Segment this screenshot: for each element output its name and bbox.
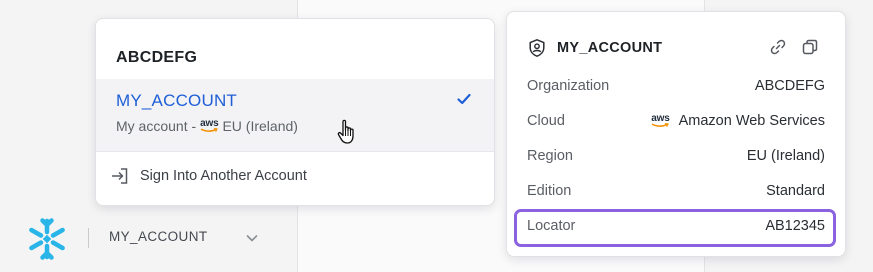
info-label: Edition (527, 183, 572, 199)
info-row-cloud: Cloud aws Amazon Web Services (527, 111, 825, 133)
account-description-prefix: My account - (116, 118, 197, 134)
sign-in-icon (112, 168, 128, 184)
aws-logo: aws (200, 119, 219, 133)
info-row-edition: Edition Standard (527, 181, 825, 203)
menu-divider (96, 151, 494, 152)
snowflake-logo (29, 218, 65, 260)
info-value: ABCDEFG (754, 78, 825, 94)
account-option-region: EU (Ireland) (222, 118, 298, 134)
shield-user-icon (529, 39, 545, 57)
card-title: MY_ACCOUNT (557, 40, 663, 56)
card-header: MY_ACCOUNT (527, 38, 662, 58)
info-value: EU (Ireland) (746, 148, 825, 164)
link-icon[interactable] (769, 38, 787, 56)
info-value: Amazon Web Services (678, 113, 825, 129)
account-details-card: MY_ACCOUNT Organization ABCDEFG Cloud aw… (506, 11, 846, 257)
aws-logo: aws (651, 114, 670, 128)
info-label: Region (527, 148, 573, 164)
copy-icon[interactable] (801, 38, 819, 56)
account-option-description: My account - aws EU (Ireland) (116, 118, 298, 134)
account-switcher-dropdown: ABCDEFG MY_ACCOUNT My account - aws EU (… (95, 18, 495, 206)
current-account-selector[interactable]: MY_ACCOUNT (109, 229, 208, 244)
brand-separator (88, 228, 89, 248)
info-label: Cloud (527, 113, 565, 129)
info-row-region: Region EU (Ireland) (527, 146, 825, 168)
sign-in-label: Sign Into Another Account (140, 168, 307, 184)
account-option-name: MY_ACCOUNT (116, 91, 238, 110)
locator-highlight (514, 209, 836, 247)
info-value: Standard (766, 183, 825, 199)
organization-name: ABCDEFG (116, 49, 198, 66)
hand-cursor-icon (337, 119, 354, 144)
account-option-my-account[interactable]: MY_ACCOUNT My account - aws EU (Ireland) (96, 79, 494, 151)
sign-into-another-account-button[interactable]: Sign Into Another Account (110, 165, 307, 187)
chevron-down-icon[interactable] (244, 230, 260, 246)
info-value-cloud: aws Amazon Web Services (651, 113, 825, 129)
info-label: Organization (527, 78, 610, 94)
checkmark-icon (457, 93, 471, 105)
info-row-organization: Organization ABCDEFG (527, 76, 825, 98)
